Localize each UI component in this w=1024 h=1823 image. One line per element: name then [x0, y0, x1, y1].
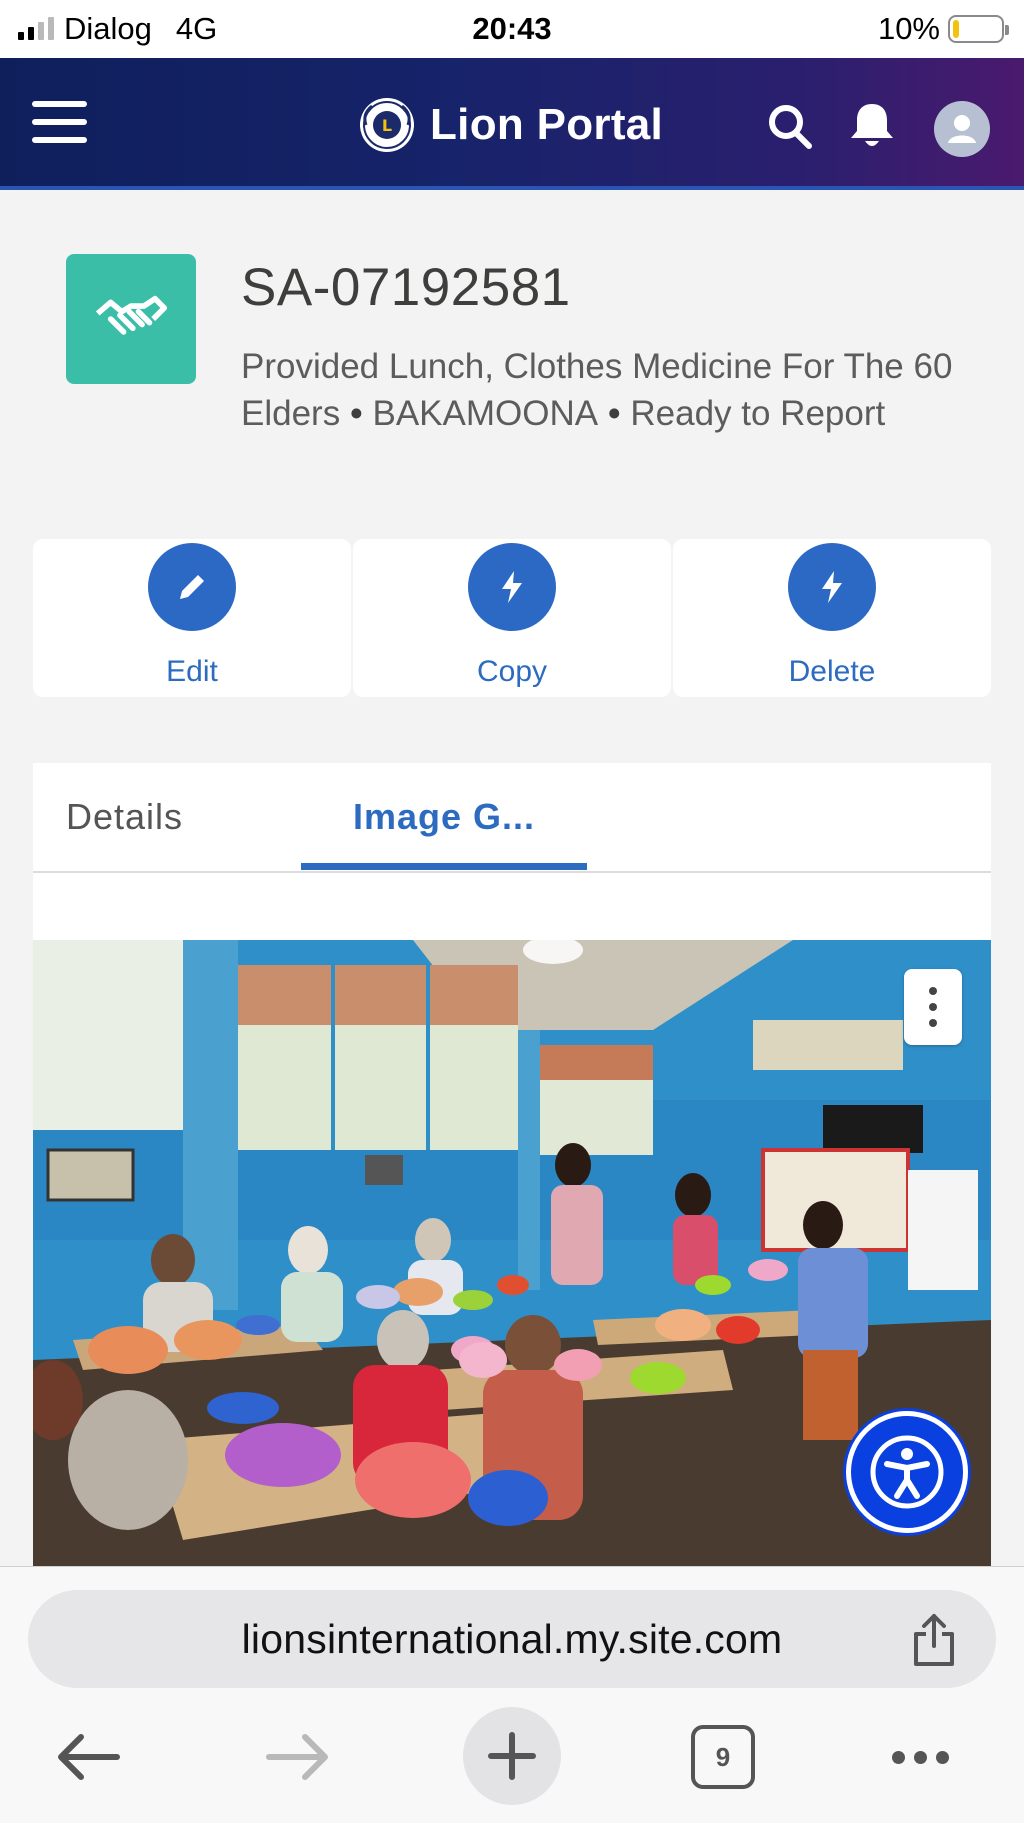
- arrow-left-icon[interactable]: [48, 1707, 128, 1807]
- arrow-right-icon[interactable]: [258, 1707, 338, 1807]
- app-title: Lion Portal: [430, 100, 664, 149]
- tabs-button[interactable]: 9: [689, 1707, 757, 1807]
- tab-content: [33, 873, 991, 943]
- tab-details[interactable]: Details: [66, 763, 183, 871]
- status-bar: Dialog 4G 20:43 10%: [0, 0, 1024, 58]
- copy-button[interactable]: Copy: [353, 539, 671, 697]
- bell-icon[interactable]: [844, 98, 900, 154]
- signal-strength-icon: [18, 17, 54, 40]
- more-dots-icon[interactable]: [880, 1707, 960, 1807]
- plus-icon[interactable]: [463, 1707, 561, 1805]
- status-right: 10%: [877, 11, 1009, 47]
- edit-button[interactable]: Edit: [33, 539, 351, 697]
- record-subtitle: Provided Lunch, Clothes Medicine For The…: [241, 343, 961, 437]
- status-left: Dialog 4G: [18, 11, 217, 47]
- carrier-name: Dialog: [64, 11, 152, 46]
- hamburger-menu-icon[interactable]: [32, 101, 87, 143]
- accessibility-icon[interactable]: [846, 1411, 968, 1533]
- pencil-icon: [148, 543, 236, 631]
- delete-button[interactable]: Delete: [673, 539, 991, 697]
- address-bar[interactable]: lionsinternational.my.site.com: [28, 1590, 996, 1688]
- separator-dot: •: [350, 394, 363, 433]
- handshake-icon: [66, 254, 196, 384]
- separator-dot: •: [608, 394, 621, 433]
- share-icon[interactable]: [910, 1612, 958, 1668]
- active-tab-indicator: [301, 863, 587, 870]
- action-bar: Edit Copy Delete: [33, 539, 991, 697]
- battery-icon: [948, 15, 1009, 43]
- lions-logo-icon: L: [360, 98, 414, 152]
- network-type: 4G: [175, 11, 218, 46]
- tab-count: 9: [691, 1725, 755, 1789]
- copy-label: Copy: [476, 655, 548, 688]
- search-icon[interactable]: [763, 98, 819, 154]
- url-text: lionsinternational.my.site.com: [241, 1615, 783, 1662]
- vertical-dots-icon[interactable]: [904, 969, 962, 1045]
- user-avatar-icon[interactable]: [934, 101, 990, 157]
- delete-label: Delete: [788, 655, 876, 688]
- battery-fill: [953, 20, 959, 38]
- record-status: Ready to Report: [630, 394, 886, 433]
- lightning-icon: [468, 543, 556, 631]
- record-id: SA-07192581: [241, 258, 571, 317]
- tab-bar: Details Image G...: [33, 763, 991, 873]
- battery-percent: 10%: [877, 11, 940, 46]
- browser-nav-row: 9: [0, 1707, 1024, 1807]
- tab-image-gallery[interactable]: Image G...: [301, 763, 587, 871]
- svg-text:L: L: [382, 116, 392, 135]
- record-location: BAKAMOONA: [372, 394, 599, 433]
- edit-label: Edit: [166, 655, 218, 688]
- lightning-icon: [788, 543, 876, 631]
- app-header: L Lion Portal: [0, 58, 1024, 190]
- browser-toolbar: lionsinternational.my.site.com 9: [0, 1566, 1024, 1823]
- brand[interactable]: L Lion Portal: [358, 96, 663, 154]
